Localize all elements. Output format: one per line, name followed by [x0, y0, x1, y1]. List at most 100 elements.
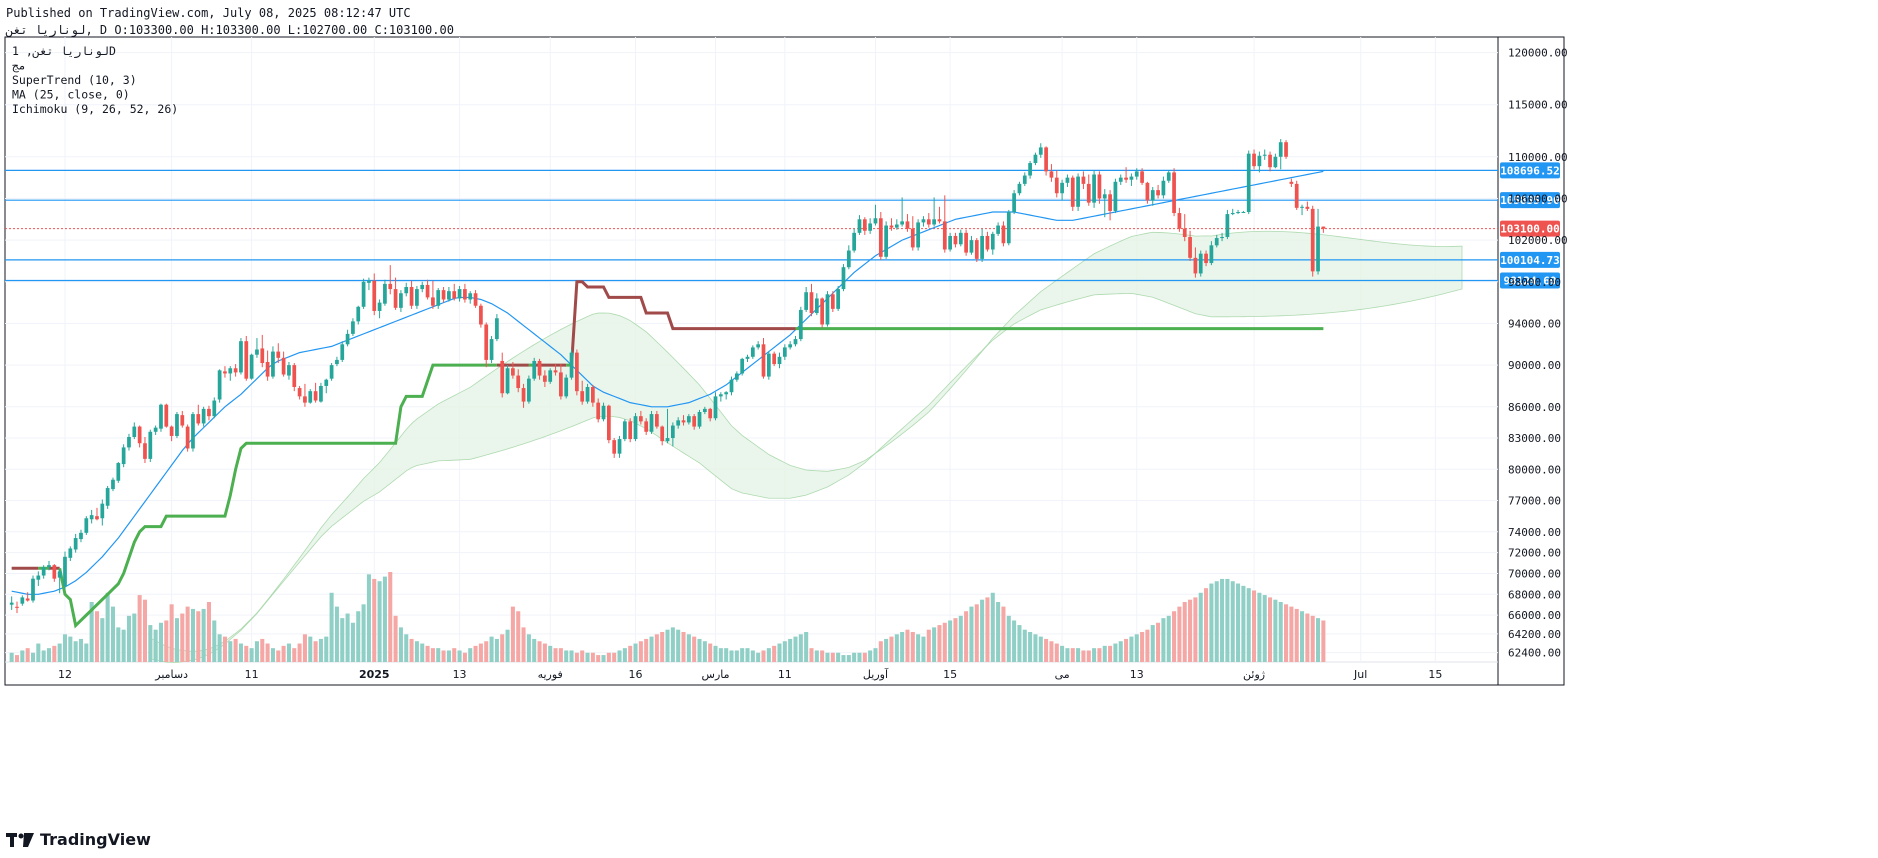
- candle-body: [1054, 177, 1059, 194]
- volume-bar: [1124, 638, 1129, 662]
- candle-body: [612, 440, 617, 454]
- volume-bar: [942, 622, 947, 662]
- volume-bar: [121, 629, 126, 662]
- volume-bar: [164, 620, 169, 662]
- time-tick-label: 15: [1428, 668, 1442, 681]
- time-tick-label: مارس: [702, 668, 730, 681]
- volume-bar: [196, 611, 201, 662]
- volume-bar: [68, 636, 73, 662]
- candle-body: [137, 426, 142, 444]
- volume-bar: [457, 650, 462, 662]
- candle-body: [1172, 172, 1176, 214]
- candle-body: [958, 232, 963, 245]
- candle-body: [708, 408, 713, 419]
- volume-bar: [249, 648, 254, 662]
- candle-body: [772, 353, 777, 365]
- volume-bar: [558, 648, 563, 662]
- volume-bar: [574, 652, 579, 662]
- candle-body: [980, 235, 984, 259]
- volume-bar: [238, 643, 243, 662]
- candle-body: [1065, 177, 1070, 183]
- volume-bar: [1321, 620, 1326, 662]
- time-tick-label: 16: [629, 668, 643, 681]
- candle-body: [1284, 142, 1288, 157]
- candle-body: [100, 503, 105, 519]
- volume-bar: [884, 638, 889, 662]
- candle-body: [1156, 190, 1160, 196]
- candle-body: [1086, 183, 1091, 203]
- candle-body: [702, 408, 707, 412]
- candle-body: [175, 414, 179, 436]
- volume-bar: [681, 632, 686, 662]
- candle-body: [953, 235, 958, 245]
- volume-bar: [1316, 618, 1321, 662]
- volume-bar: [1204, 588, 1209, 662]
- candle-body: [686, 416, 691, 423]
- candle-body: [1145, 182, 1150, 201]
- candle-body: [1204, 253, 1208, 264]
- candle-body: [846, 250, 851, 268]
- volume-bar: [990, 592, 995, 662]
- candle-body: [1321, 226, 1326, 229]
- candle-body: [830, 294, 835, 309]
- candle-body: [1161, 180, 1166, 196]
- volume-bar: [1081, 650, 1086, 662]
- candle-body: [665, 438, 670, 442]
- volume-bar: [516, 611, 521, 662]
- volume-bar: [62, 634, 68, 662]
- volume-bar: [462, 652, 467, 662]
- time-axis: 12 دسامبر 11 2025 13 فوریه 16 مارس 11 آوریل 15 می 13…: [58, 667, 1442, 681]
- candle-body: [916, 222, 920, 248]
- volume-bar: [841, 655, 846, 662]
- candle-body: [1198, 253, 1203, 274]
- candle-body: [1044, 147, 1048, 172]
- volume-bar: [916, 634, 921, 662]
- volume-bar: [180, 613, 185, 662]
- volume-bar: [777, 643, 782, 662]
- volume-bar: [633, 643, 638, 662]
- price-tick-label: 94000.00: [1508, 317, 1561, 330]
- candle-body: [415, 289, 419, 306]
- candle-body: [169, 426, 174, 436]
- candle-body: [452, 291, 457, 299]
- legend-line: SuperTrend (10, 3): [12, 73, 137, 87]
- candle-body: [228, 368, 233, 374]
- candle-body: [52, 565, 57, 579]
- volume-bar: [1145, 629, 1150, 662]
- candle-body: [489, 339, 494, 360]
- volume-bar: [1017, 625, 1022, 662]
- candle-body: [1188, 237, 1192, 258]
- volume-bar: [260, 638, 265, 662]
- candle-body: [894, 224, 899, 228]
- time-tick-label: فوریه: [538, 668, 563, 681]
- candle-body: [1108, 194, 1112, 211]
- candle-body: [564, 377, 569, 397]
- volume-bar: [868, 650, 873, 662]
- candle-body: [297, 388, 302, 397]
- candle-body: [889, 225, 894, 228]
- candle-body: [511, 368, 515, 376]
- candle-body: [1166, 172, 1171, 181]
- candle-body: [569, 352, 574, 378]
- volume-bar: [766, 648, 771, 662]
- volume-bar: [100, 618, 105, 662]
- volume-bar: [612, 652, 617, 662]
- candle-body: [649, 414, 654, 432]
- volume-bar: [980, 599, 985, 662]
- candle-body: [105, 488, 110, 506]
- volume-bar: [366, 574, 371, 662]
- indicator-legend: لوناريا تغن, 1DمجSuperTrend (10, 3)MA (2…: [12, 44, 178, 116]
- candle-body: [1289, 181, 1294, 184]
- price-tick-label: 120000.00: [1508, 47, 1568, 60]
- candle-body: [537, 360, 542, 376]
- volume-bar: [1118, 641, 1123, 662]
- candle-body: [377, 302, 382, 311]
- candle-body: [185, 426, 190, 449]
- volume-bar: [1038, 636, 1043, 662]
- candle-body: [345, 333, 350, 345]
- volume-bar: [393, 615, 398, 662]
- price-chart[interactable]: 108696.52105835.90100104.7398124.6010310…: [0, 0, 1878, 858]
- candle-body: [884, 225, 889, 257]
- volume-bar: [356, 611, 361, 662]
- supertrend-line: [11, 280, 1324, 629]
